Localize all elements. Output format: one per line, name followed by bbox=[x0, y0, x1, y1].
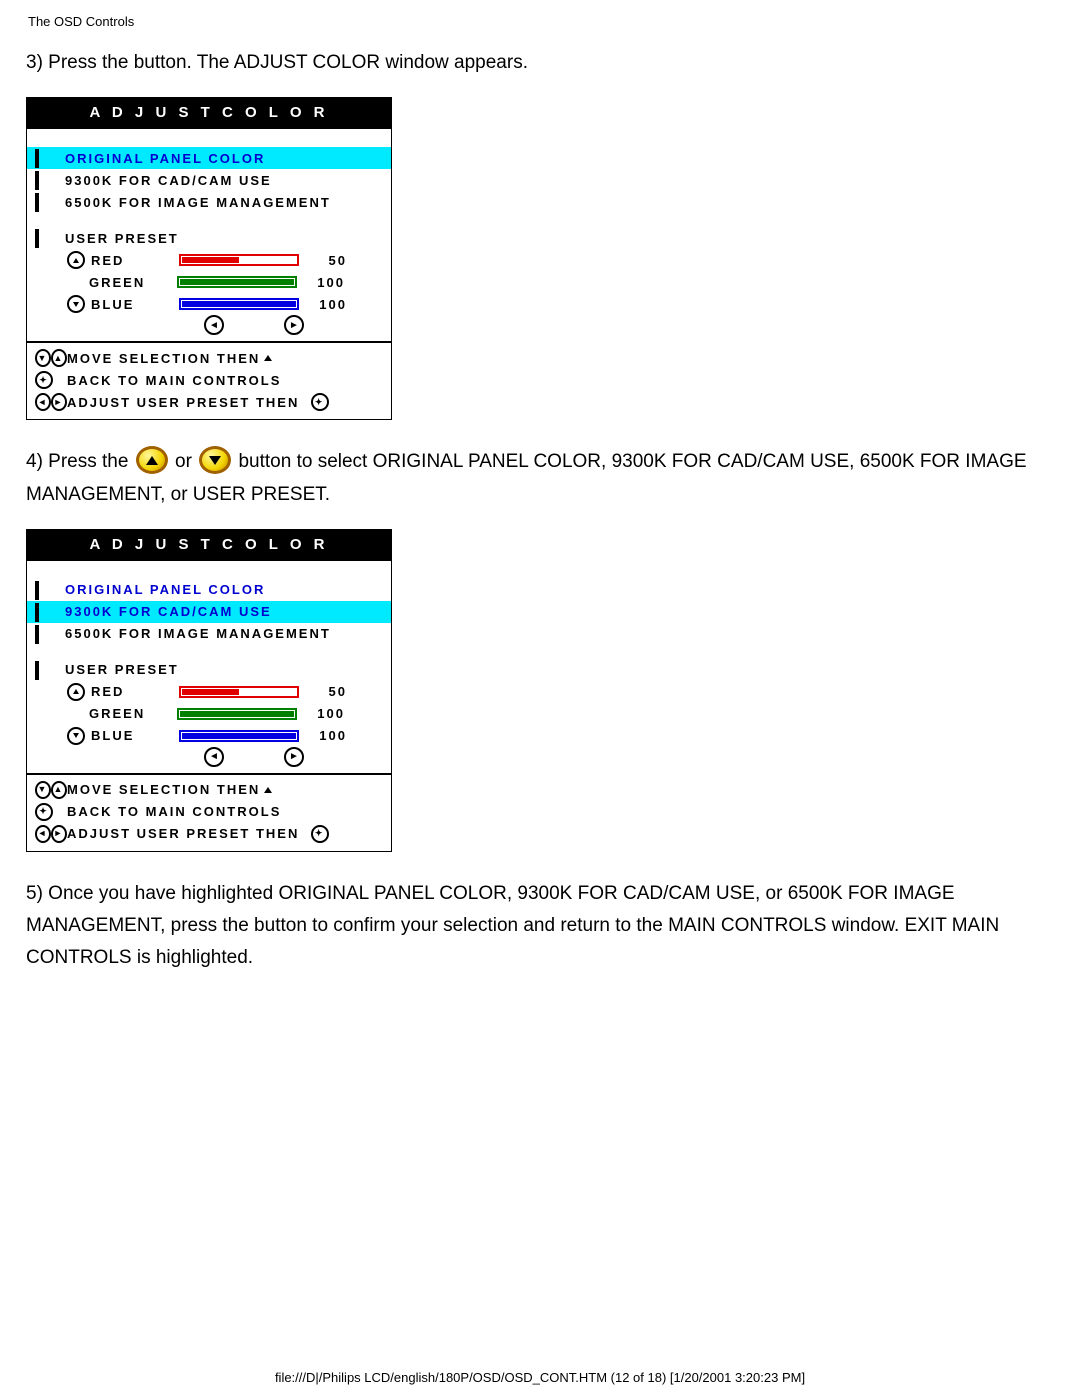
osd-foot-label: BACK TO MAIN CONTROLS bbox=[67, 373, 281, 388]
osd-foot-line-1: ▼▲ MOVE SELECTION THEN bbox=[35, 347, 383, 369]
left-right-arrows: ◄ ► bbox=[117, 747, 391, 767]
osd-item-6500k: 6500K FOR IMAGE MANAGEMENT bbox=[27, 191, 391, 213]
up-button-icon bbox=[136, 446, 168, 474]
osd-item-original: ORIGINAL PANEL COLOR bbox=[27, 579, 391, 601]
osd-item-label: 9300K FOR CAD/CAM USE bbox=[65, 604, 272, 619]
enter-icon bbox=[264, 355, 272, 361]
osd-window-2: A D J U S T C O L O R ORIGINAL PANEL COL… bbox=[26, 529, 392, 852]
osd-foot-label: MOVE SELECTION THEN bbox=[67, 782, 260, 797]
down-arrow-icon: ▼ bbox=[35, 781, 51, 799]
osd-item-9300k: 9300K FOR CAD/CAM USE bbox=[27, 169, 391, 191]
up-arrow-icon bbox=[67, 683, 85, 701]
down-arrow-icon bbox=[67, 727, 85, 745]
enter-icon bbox=[264, 787, 272, 793]
osd-item-9300k: 9300K FOR CAD/CAM USE bbox=[27, 601, 391, 623]
rgb-value: 100 bbox=[307, 728, 347, 743]
down-arrow-icon bbox=[67, 295, 85, 313]
color-swatch-icon bbox=[35, 581, 39, 600]
preset-box-icon bbox=[35, 171, 39, 190]
preset-box-icon bbox=[35, 661, 39, 680]
rgb-row-blue: BLUE 100 bbox=[27, 725, 391, 747]
rgb-value: 100 bbox=[307, 297, 347, 312]
slider-green bbox=[177, 708, 297, 720]
osd-title: A D J U S T C O L O R bbox=[27, 530, 391, 561]
page-header: The OSD Controls bbox=[28, 14, 1054, 29]
slider-red bbox=[179, 686, 299, 698]
rgb-row-green: GREEN 100 bbox=[27, 703, 391, 725]
down-button-icon bbox=[199, 446, 231, 474]
osd-item-original: ORIGINAL PANEL COLOR bbox=[27, 147, 391, 169]
preset-box-icon bbox=[35, 229, 39, 248]
osd-item-label: ORIGINAL PANEL COLOR bbox=[65, 151, 265, 166]
step-4-text: 4) Press the or button to select ORIGINA… bbox=[26, 446, 1054, 511]
osd-foot-line-3: ◄► ADJUST USER PRESET THEN ✦ bbox=[35, 823, 383, 845]
right-arrow-icon: ► bbox=[51, 393, 67, 411]
osd-item-label: USER PRESET bbox=[65, 662, 179, 677]
up-arrow-icon: ▲ bbox=[51, 349, 67, 367]
text-fragment: 4) Press the bbox=[26, 451, 134, 472]
down-arrow-icon: ▼ bbox=[35, 349, 51, 367]
osd-foot-line-2: ✦ BACK TO MAIN CONTROLS bbox=[35, 801, 383, 823]
rgb-label: BLUE bbox=[91, 728, 171, 743]
left-arrow-icon: ◄ bbox=[35, 825, 51, 843]
osd-foot-line-1: ▼▲ MOVE SELECTION THEN bbox=[35, 779, 383, 801]
ok-icon: ✦ bbox=[35, 371, 53, 389]
rgb-value: 50 bbox=[307, 684, 347, 699]
rgb-value: 100 bbox=[305, 706, 345, 721]
rgb-row-red: RED 50 bbox=[27, 249, 391, 271]
rgb-label: GREEN bbox=[89, 706, 169, 721]
step-5-text: 5) Once you have highlighted ORIGINAL PA… bbox=[26, 878, 1054, 975]
ok-icon: ✦ bbox=[311, 825, 329, 843]
osd-foot-line-2: ✦ BACK TO MAIN CONTROLS bbox=[35, 369, 383, 391]
osd-item-label: ORIGINAL PANEL COLOR bbox=[65, 582, 265, 597]
rgb-label: RED bbox=[91, 684, 171, 699]
osd-item-user-preset: USER PRESET bbox=[27, 227, 391, 249]
slider-blue bbox=[179, 298, 299, 310]
left-arrow-icon: ◄ bbox=[35, 393, 51, 411]
osd-foot-label: ADJUST USER PRESET THEN bbox=[67, 826, 299, 841]
preset-box-icon bbox=[35, 193, 39, 212]
left-right-arrows: ◄ ► bbox=[117, 315, 391, 335]
rgb-value: 100 bbox=[305, 275, 345, 290]
slider-blue bbox=[179, 730, 299, 742]
rgb-row-red: RED 50 bbox=[27, 681, 391, 703]
osd-foot-line-3: ◄► ADJUST USER PRESET THEN ✦ bbox=[35, 391, 383, 413]
right-arrow-icon: ► bbox=[284, 315, 304, 335]
osd-title: A D J U S T C O L O R bbox=[27, 98, 391, 129]
osd-item-6500k: 6500K FOR IMAGE MANAGEMENT bbox=[27, 623, 391, 645]
osd-window-1: A D J U S T C O L O R ORIGINAL PANEL COL… bbox=[26, 97, 392, 420]
osd-item-label: 6500K FOR IMAGE MANAGEMENT bbox=[65, 626, 331, 641]
osd-item-label: USER PRESET bbox=[65, 231, 179, 246]
page-footer: file:///D|/Philips LCD/english/180P/OSD/… bbox=[0, 1370, 1080, 1385]
osd-item-label: 9300K FOR CAD/CAM USE bbox=[65, 173, 272, 188]
rgb-row-green: GREEN 100 bbox=[27, 271, 391, 293]
left-arrow-icon: ◄ bbox=[204, 315, 224, 335]
up-arrow-icon bbox=[67, 251, 85, 269]
step-3-text: 3) Press the button. The ADJUST COLOR wi… bbox=[26, 47, 1054, 79]
up-arrow-icon: ▲ bbox=[51, 781, 67, 799]
right-arrow-icon: ► bbox=[284, 747, 304, 767]
osd-foot-label: BACK TO MAIN CONTROLS bbox=[67, 804, 281, 819]
osd-item-label: 6500K FOR IMAGE MANAGEMENT bbox=[65, 195, 331, 210]
osd-foot-label: ADJUST USER PRESET THEN bbox=[67, 395, 299, 410]
osd-foot-label: MOVE SELECTION THEN bbox=[67, 351, 260, 366]
slider-red bbox=[179, 254, 299, 266]
rgb-label: GREEN bbox=[89, 275, 169, 290]
osd-item-user-preset: USER PRESET bbox=[27, 659, 391, 681]
ok-icon: ✦ bbox=[311, 393, 329, 411]
rgb-value: 50 bbox=[307, 253, 347, 268]
rgb-label: BLUE bbox=[91, 297, 171, 312]
rgb-row-blue: BLUE 100 bbox=[27, 293, 391, 315]
preset-box-icon bbox=[35, 603, 39, 622]
rgb-label: RED bbox=[91, 253, 171, 268]
text-fragment: or bbox=[175, 451, 197, 472]
color-swatch-icon bbox=[35, 149, 39, 168]
left-arrow-icon: ◄ bbox=[204, 747, 224, 767]
ok-icon: ✦ bbox=[35, 803, 53, 821]
right-arrow-icon: ► bbox=[51, 825, 67, 843]
slider-green bbox=[177, 276, 297, 288]
preset-box-icon bbox=[35, 625, 39, 644]
